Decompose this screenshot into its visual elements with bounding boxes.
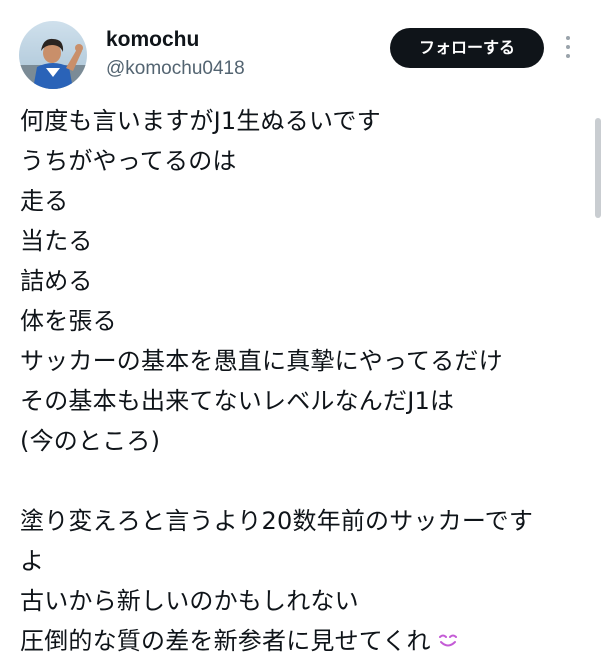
display-name[interactable]: komochu	[106, 26, 245, 54]
post-blank-line	[20, 461, 582, 501]
post-line: サッカーの基本を愚直に真摯にやってるだけ	[20, 347, 503, 375]
post-line: その基本も出来てないレベルなんだJ1は	[20, 387, 455, 415]
post-last-line: 圧倒的な質の差を新参者に見せてくれ	[20, 621, 582, 663]
post-line: 古いから新しいのかもしれない	[20, 587, 359, 615]
user-handle[interactable]: @komochu0418	[106, 56, 245, 82]
post-line: 体を張る	[20, 307, 117, 335]
post-line: 詰める	[20, 267, 93, 295]
scrollbar-thumb[interactable]	[595, 118, 601, 218]
more-options-icon[interactable]	[561, 36, 575, 60]
post-line: 当たる	[20, 227, 93, 255]
post-line: 圧倒的な質の差を新参者に見せてくれ	[20, 627, 431, 655]
post-line: うちがやってるのは	[20, 147, 237, 175]
scrollbar[interactable]	[595, 118, 601, 218]
avatar[interactable]	[19, 21, 87, 89]
follow-button[interactable]: フォローする	[390, 28, 544, 68]
user-info: komochu @komochu0418	[106, 26, 245, 82]
avatar-photo	[19, 21, 87, 89]
tweet-card: komochu @komochu0418 フォローする 何度も言いますがJ1生ぬ…	[0, 0, 603, 668]
post-line: (今のところ)	[20, 427, 161, 455]
post-line: よ	[20, 547, 45, 575]
post-text: 何度も言いますがJ1生ぬるいです うちがやってるのは 走る 当たる 詰める 体を…	[20, 101, 582, 663]
post-line: 走る	[20, 187, 69, 215]
smiling-face-icon	[437, 623, 459, 663]
post-line: 何度も言いますがJ1生ぬるいです	[20, 107, 381, 135]
post-line: 塗り変えろと言うより20数年前のサッカーです	[20, 507, 534, 535]
